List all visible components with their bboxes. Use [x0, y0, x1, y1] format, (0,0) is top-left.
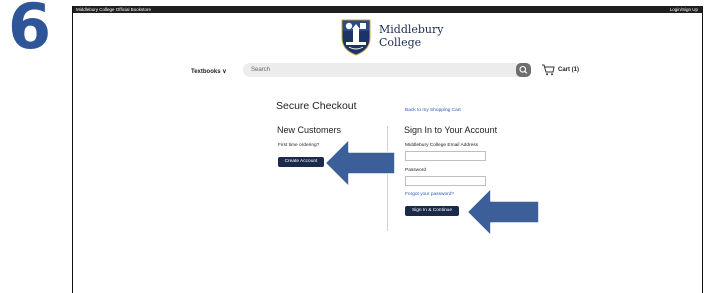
- page-title: Secure Checkout: [276, 100, 357, 112]
- password-field[interactable]: [405, 176, 486, 186]
- search-button[interactable]: [516, 63, 531, 77]
- search-icon: [519, 65, 528, 74]
- search-input[interactable]: Search: [243, 63, 531, 77]
- login-signup-link[interactable]: Login/Sign Up: [670, 6, 698, 13]
- back-to-cart-link[interactable]: Back to my Shopping Cart: [405, 108, 461, 113]
- sign-in-continue-button[interactable]: Sign In & Continue: [405, 206, 459, 216]
- college-shield-logo[interactable]: [340, 18, 372, 56]
- store-name: Middlebury College Official Bookstore: [76, 7, 151, 12]
- new-customers-heading: New Customers: [277, 125, 342, 135]
- cart-link[interactable]: Cart (1): [558, 67, 579, 73]
- create-account-button[interactable]: Create Account: [278, 157, 324, 167]
- college-wordmark: Middlebury College: [379, 23, 444, 49]
- sign-in-heading: Sign In to Your Account: [404, 125, 498, 135]
- password-label: Password: [405, 168, 427, 173]
- textbooks-menu[interactable]: Textbooks ∨: [191, 68, 227, 75]
- college-name-line2: College: [379, 35, 422, 49]
- step-number: 6: [8, 0, 52, 63]
- email-field[interactable]: [405, 151, 486, 161]
- top-bar: Middlebury College Official Bookstore Lo…: [73, 6, 702, 13]
- search-placeholder: Search: [251, 66, 271, 73]
- arrow-pointer-create-account: [324, 138, 396, 188]
- first-time-label: First time ordering?: [278, 143, 320, 148]
- college-name-line1: Middlebury: [379, 23, 444, 36]
- cart-icon[interactable]: [541, 63, 555, 76]
- email-label: Middlebury College Email Address: [405, 143, 479, 148]
- arrow-pointer-sign-in: [466, 187, 540, 237]
- forgot-password-link[interactable]: Forgot your password?: [405, 192, 454, 197]
